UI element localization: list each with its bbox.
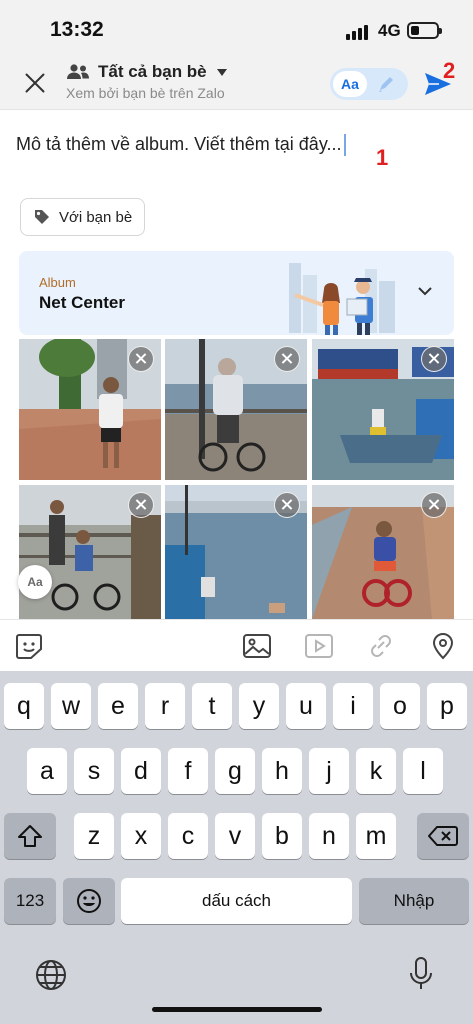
caption-input[interactable]: Mô tả thêm về album. Viết thêm tại đây..… bbox=[16, 134, 346, 157]
home-indicator bbox=[152, 1007, 322, 1012]
link-icon[interactable] bbox=[366, 632, 396, 660]
audience-title: Tất cả bạn bè bbox=[98, 62, 207, 81]
remove-photo-button[interactable] bbox=[128, 492, 154, 518]
status-time: 13:32 bbox=[50, 18, 104, 41]
text-cursor bbox=[343, 134, 346, 157]
emoji-icon bbox=[77, 889, 101, 913]
annotation-send: 2 bbox=[443, 58, 456, 83]
album-label: Album bbox=[39, 275, 76, 290]
key-e[interactable]: e bbox=[98, 683, 138, 729]
microphone-icon[interactable] bbox=[407, 956, 435, 992]
remove-photo-button[interactable] bbox=[274, 492, 300, 518]
key-r[interactable]: r bbox=[145, 683, 185, 729]
key-d[interactable]: d bbox=[121, 748, 161, 794]
keyboard: q w e r t y u i o p a s d f g h j k l z … bbox=[0, 671, 473, 1024]
key-s[interactable]: s bbox=[74, 748, 114, 794]
signal-icon bbox=[346, 25, 368, 40]
key-u[interactable]: u bbox=[286, 683, 326, 729]
remove-photo-button[interactable] bbox=[128, 346, 154, 372]
chevron-down-icon bbox=[216, 68, 227, 76]
location-icon[interactable] bbox=[428, 632, 458, 660]
annotation-caption: 1 bbox=[376, 145, 389, 170]
tag-icon bbox=[35, 210, 49, 224]
key-g[interactable]: g bbox=[215, 748, 255, 794]
key-w[interactable]: w bbox=[51, 683, 91, 729]
numbers-key[interactable]: 123 bbox=[4, 878, 56, 924]
photo-thumbnail[interactable] bbox=[19, 485, 161, 626]
key-n[interactable]: n bbox=[309, 813, 349, 859]
battery-icon bbox=[407, 22, 442, 39]
image-icon[interactable] bbox=[242, 632, 272, 660]
key-o[interactable]: o bbox=[380, 683, 420, 729]
remove-photo-button[interactable] bbox=[421, 492, 447, 518]
photo-grid bbox=[19, 339, 454, 619]
key-b[interactable]: b bbox=[262, 813, 302, 859]
remove-photo-button[interactable] bbox=[421, 346, 447, 372]
globe-icon[interactable] bbox=[34, 958, 68, 992]
backspace-key[interactable] bbox=[417, 813, 469, 859]
sticker-icon[interactable] bbox=[14, 632, 44, 660]
key-p[interactable]: p bbox=[427, 683, 467, 729]
album-illustration bbox=[289, 263, 395, 335]
photo-thumbnail[interactable] bbox=[165, 339, 307, 480]
space-key[interactable]: dấu cách bbox=[121, 878, 352, 924]
font-style-button[interactable]: Aa bbox=[333, 71, 367, 97]
font-style-fab[interactable]: Aa bbox=[18, 565, 52, 599]
photo-thumbnail[interactable] bbox=[312, 339, 454, 480]
key-j[interactable]: j bbox=[309, 748, 349, 794]
battery-fill bbox=[411, 26, 419, 35]
key-y[interactable]: y bbox=[239, 683, 279, 729]
text-style-toggle[interactable]: Aa bbox=[330, 68, 408, 100]
key-c[interactable]: c bbox=[168, 813, 208, 859]
pen-icon[interactable] bbox=[376, 74, 398, 94]
status-bar: 13:32 4G bbox=[0, 0, 473, 56]
key-t[interactable]: t bbox=[192, 683, 232, 729]
tag-friends-button[interactable]: Với bạn bè bbox=[20, 198, 146, 236]
caption-placeholder: Mô tả thêm về album. Viết thêm tại đây..… bbox=[16, 134, 342, 154]
photo-thumbnail[interactable] bbox=[312, 485, 454, 626]
people-icon bbox=[67, 64, 89, 79]
shift-icon bbox=[18, 825, 42, 847]
video-icon[interactable] bbox=[304, 632, 334, 660]
photo-thumbnail[interactable] bbox=[165, 485, 307, 626]
remove-photo-button[interactable] bbox=[274, 346, 300, 372]
album-selector[interactable]: Album Net Center bbox=[19, 251, 454, 335]
key-v[interactable]: v bbox=[215, 813, 255, 859]
audience-selector[interactable]: Tất cả bạn bè Xem bởi bạn bè trên Zalo bbox=[66, 62, 227, 101]
backspace-icon bbox=[428, 826, 458, 846]
key-x[interactable]: x bbox=[121, 813, 161, 859]
photo-thumbnail[interactable] bbox=[19, 339, 161, 480]
key-l[interactable]: l bbox=[403, 748, 443, 794]
key-q[interactable]: q bbox=[4, 683, 44, 729]
network-type: 4G bbox=[378, 21, 401, 40]
key-i[interactable]: i bbox=[333, 683, 373, 729]
attachment-toolbar bbox=[0, 619, 473, 671]
key-z[interactable]: z bbox=[74, 813, 114, 859]
key-f[interactable]: f bbox=[168, 748, 208, 794]
key-h[interactable]: h bbox=[262, 748, 302, 794]
audience-subtitle: Xem bởi bạn bè trên Zalo bbox=[66, 85, 225, 101]
key-m[interactable]: m bbox=[356, 813, 396, 859]
chevron-down-icon[interactable] bbox=[417, 285, 433, 297]
key-k[interactable]: k bbox=[356, 748, 396, 794]
tag-button-label: Với bạn bè bbox=[59, 208, 133, 226]
emoji-key[interactable] bbox=[63, 878, 115, 924]
key-a[interactable]: a bbox=[27, 748, 67, 794]
return-key[interactable]: Nhập bbox=[359, 878, 469, 924]
close-button[interactable] bbox=[22, 70, 48, 96]
album-name: Net Center bbox=[39, 293, 125, 312]
composer-header: Tất cả bạn bè Xem bởi bạn bè trên Zalo A… bbox=[0, 56, 473, 110]
shift-key[interactable] bbox=[4, 813, 56, 859]
